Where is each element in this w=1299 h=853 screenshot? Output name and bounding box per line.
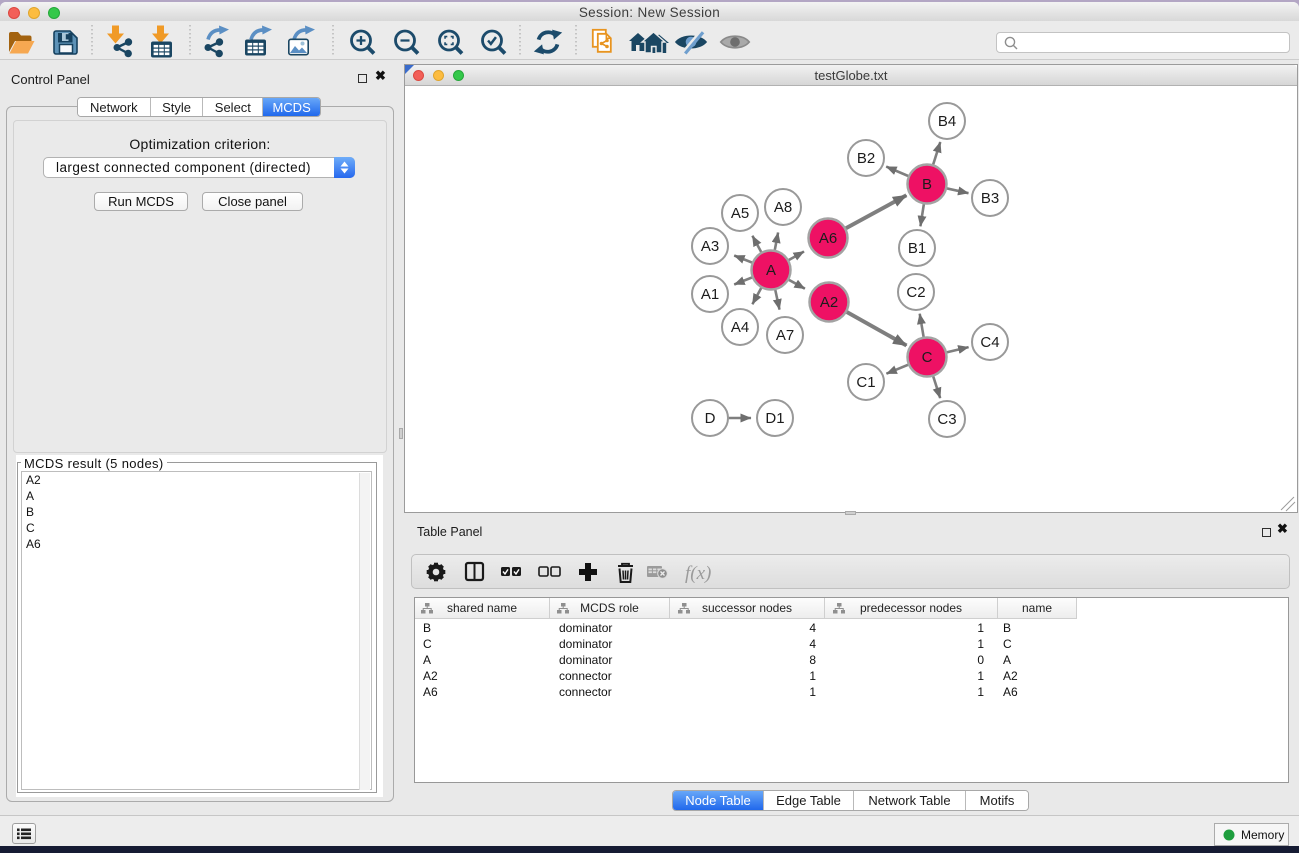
svg-text:f(x): f(x) bbox=[685, 563, 711, 584]
svg-text:A5: A5 bbox=[731, 205, 749, 222]
svg-text:C4: C4 bbox=[980, 334, 999, 351]
svg-text:B4: B4 bbox=[938, 113, 956, 130]
svg-text:A3: A3 bbox=[701, 238, 719, 255]
svg-text:A4: A4 bbox=[731, 319, 749, 336]
svg-text:B: B bbox=[922, 176, 932, 193]
svg-text:C1: C1 bbox=[856, 374, 875, 391]
svg-text:A6: A6 bbox=[819, 230, 837, 247]
svg-text:D: D bbox=[705, 410, 716, 427]
svg-text:D1: D1 bbox=[765, 410, 784, 427]
svg-text:A7: A7 bbox=[776, 327, 794, 344]
svg-text:A: A bbox=[766, 262, 776, 279]
svg-text:A2: A2 bbox=[820, 294, 838, 311]
svg-text:C2: C2 bbox=[906, 284, 925, 301]
svg-text:C: C bbox=[922, 349, 933, 366]
svg-text:C3: C3 bbox=[937, 411, 956, 428]
svg-text:B3: B3 bbox=[981, 190, 999, 207]
svg-text:B1: B1 bbox=[908, 240, 926, 257]
svg-text:B2: B2 bbox=[857, 150, 875, 167]
svg-text:A1: A1 bbox=[701, 286, 719, 303]
svg-text:A8: A8 bbox=[774, 199, 792, 216]
